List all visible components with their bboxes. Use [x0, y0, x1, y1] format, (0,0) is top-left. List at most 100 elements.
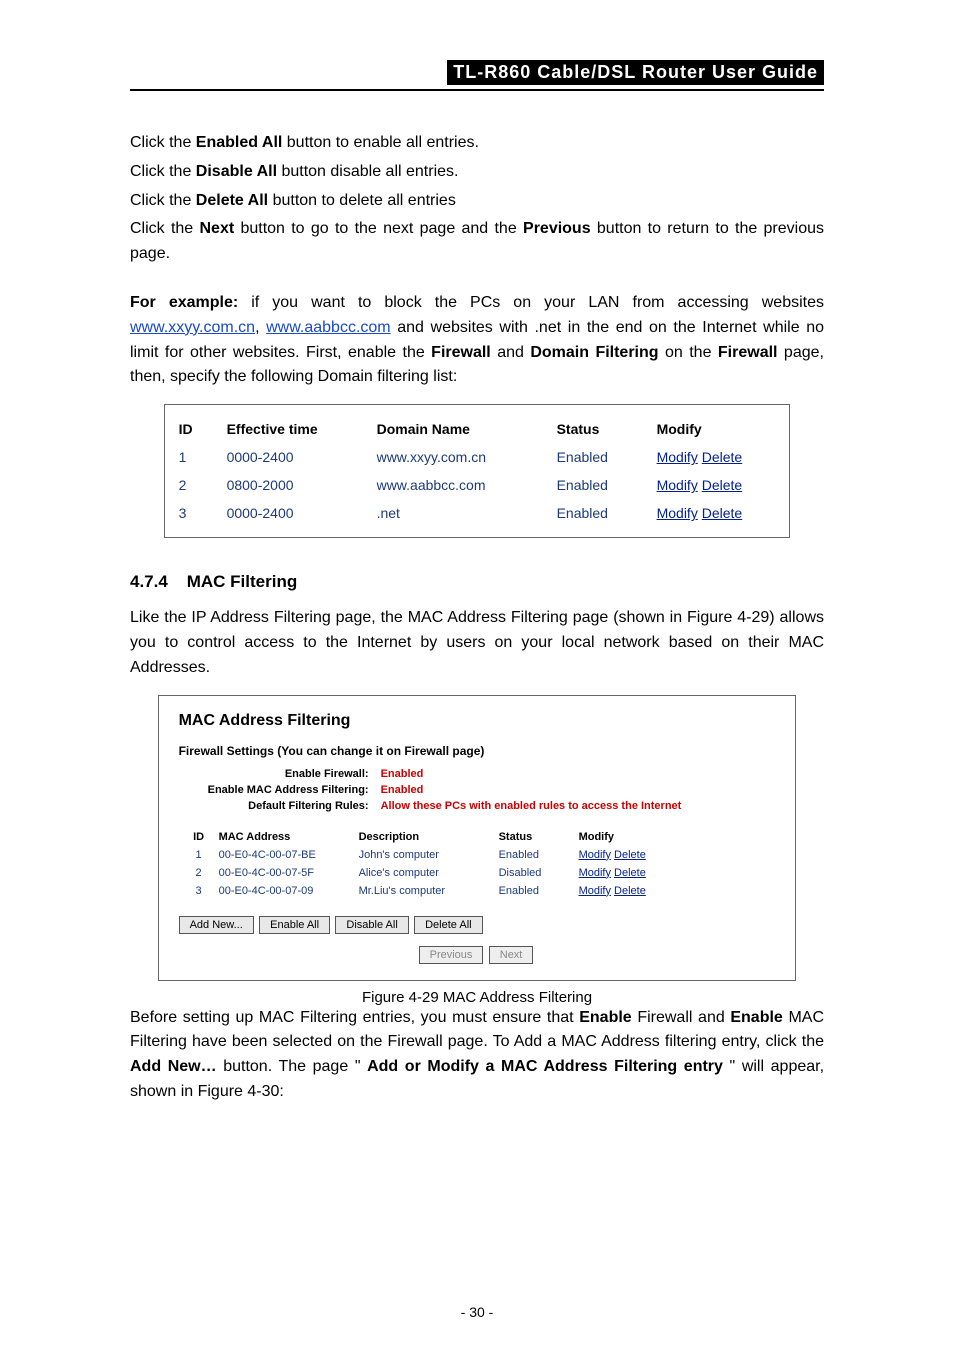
mac-panel-subtitle: Firewall Settings (You can change it on …: [179, 744, 776, 758]
col-status: Status: [557, 421, 657, 437]
col-time: Effective time: [227, 421, 377, 437]
mac-settings: Enable Firewall: Enabled Enable MAC Addr…: [179, 768, 776, 812]
mac-pagination-row: Previous Next: [179, 946, 776, 964]
enable-all-button[interactable]: Enable All: [259, 916, 330, 934]
delete-link[interactable]: Delete: [614, 867, 646, 879]
col-id: ID: [179, 421, 227, 437]
cell-id: 1: [179, 849, 219, 861]
page-header: TL-R860 Cable/DSL Router User Guide: [130, 60, 824, 91]
cell-desc: John's computer: [359, 849, 499, 861]
setting-label: Default Filtering Rules:: [179, 800, 381, 812]
mac-table-header: ID MAC Address Description Status Modify: [179, 828, 776, 846]
example-link-2[interactable]: www.aabbcc.com: [266, 319, 391, 336]
mac-button-row: Add New... Enable All Disable All Delete…: [179, 916, 776, 934]
delete-link[interactable]: Delete: [702, 449, 742, 465]
cell-modify: Modify Delete: [657, 505, 776, 521]
text: Click the: [130, 134, 196, 151]
example-lead: For example:: [130, 294, 238, 311]
text: on the: [665, 344, 718, 361]
cell-id: 2: [179, 867, 219, 879]
delete-link[interactable]: Delete: [702, 505, 742, 521]
text: if you want to block the PCs on your LAN…: [251, 294, 824, 311]
modify-link[interactable]: Modify: [579, 849, 611, 861]
cell-desc: Alice's computer: [359, 867, 499, 879]
example-link-1[interactable]: www.xxyy.com.cn: [130, 319, 255, 336]
bold-label: Disable All: [196, 163, 277, 180]
cell-mac: 00-E0-4C-00-07-09: [219, 885, 359, 897]
section-number: 4.7.4: [130, 572, 168, 591]
next-button[interactable]: Next: [489, 946, 534, 964]
cell-modify: Modify Delete: [579, 885, 776, 897]
col-domain: Domain Name: [377, 421, 557, 437]
mac-panel-title: MAC Address Filtering: [179, 712, 776, 730]
setting-value: Enabled: [381, 768, 424, 780]
cell-domain: www.aabbcc.com: [377, 477, 557, 493]
cell-time: 0800-2000: [227, 477, 377, 493]
table-row: 3 00-E0-4C-00-07-09 Mr.Liu's computer En…: [179, 882, 776, 900]
mac-intro: Like the IP Address Filtering page, the …: [130, 606, 824, 680]
delete-link[interactable]: Delete: [614, 885, 646, 897]
delete-link[interactable]: Delete: [614, 849, 646, 861]
setting-value: Enabled: [381, 784, 424, 796]
cell-status: Enabled: [557, 477, 657, 493]
col-status: Status: [499, 831, 579, 843]
previous-button[interactable]: Previous: [419, 946, 484, 964]
delete-link[interactable]: Delete: [702, 477, 742, 493]
table-row: 2 0800-2000 www.aabbcc.com Enabled Modif…: [179, 471, 776, 499]
cell-time: 0000-2400: [227, 449, 377, 465]
text: ,: [255, 319, 266, 336]
cell-status: Enabled: [557, 505, 657, 521]
text: button to go to the next page and the: [240, 220, 523, 237]
text: button to delete all entries: [273, 192, 456, 209]
cell-modify: Modify Delete: [657, 449, 776, 465]
mac-intro-text: Like the IP Address Filtering page, the …: [130, 606, 824, 680]
col-mac: MAC Address: [219, 831, 359, 843]
section-heading: 4.7.4 MAC Filtering: [130, 572, 824, 592]
table-row: 1 00-E0-4C-00-07-BE John's computer Enab…: [179, 846, 776, 864]
col-modify: Modify: [579, 831, 776, 843]
text: Firewall and: [637, 1009, 730, 1026]
table-row: 3 0000-2400 .net Enabled Modify Delete: [179, 499, 776, 527]
bold-label: Next: [199, 220, 234, 237]
mac-filter-panel: MAC Address Filtering Firewall Settings …: [158, 695, 797, 981]
outro-block: Before setting up MAC Filtering entries,…: [130, 1006, 824, 1105]
cell-id: 3: [179, 505, 227, 521]
disable-all-button[interactable]: Disable All: [335, 916, 408, 934]
modify-link[interactable]: Modify: [657, 449, 698, 465]
table-row: 2 00-E0-4C-00-07-5F Alice's computer Dis…: [179, 864, 776, 882]
modify-link[interactable]: Modify: [579, 867, 611, 879]
table-row: 1 0000-2400 www.xxyy.com.cn Enabled Modi…: [179, 443, 776, 471]
intro-block: Click the Enabled All button to enable a…: [130, 131, 824, 267]
text: Before setting up MAC Filtering entries,…: [130, 1009, 579, 1026]
modify-link[interactable]: Modify: [657, 505, 698, 521]
bold-label: Enable: [579, 1009, 631, 1026]
text: Click the: [130, 192, 196, 209]
bold-label: Enabled All: [196, 134, 283, 151]
cell-domain: www.xxyy.com.cn: [377, 449, 557, 465]
add-new-button[interactable]: Add New...: [179, 916, 254, 934]
modify-link[interactable]: Modify: [579, 885, 611, 897]
bold-label: Enable: [730, 1009, 782, 1026]
cell-status: Enabled: [557, 449, 657, 465]
bold-label: Domain Filtering: [530, 344, 658, 361]
figure-caption: Figure 4-29 MAC Address Filtering: [130, 989, 824, 1006]
page-number: - 30 -: [0, 1304, 954, 1320]
cell-status: Disabled: [499, 867, 579, 879]
setting-value: Allow these PCs with enabled rules to ac…: [381, 800, 682, 812]
cell-time: 0000-2400: [227, 505, 377, 521]
text: button. The page ": [223, 1058, 367, 1075]
cell-id: 3: [179, 885, 219, 897]
cell-status: Enabled: [499, 885, 579, 897]
header-title: TL-R860 Cable/DSL Router User Guide: [447, 60, 824, 85]
cell-mac: 00-E0-4C-00-07-5F: [219, 867, 359, 879]
modify-link[interactable]: Modify: [657, 477, 698, 493]
section-name: MAC Filtering: [187, 572, 298, 591]
text: Click the: [130, 220, 199, 237]
setting-label: Enable MAC Address Filtering:: [179, 784, 381, 796]
table-header-row: ID Effective time Domain Name Status Mod…: [179, 415, 776, 443]
bold-label: Add or Modify a MAC Address Filtering en…: [367, 1058, 723, 1075]
delete-all-button[interactable]: Delete All: [414, 916, 482, 934]
cell-modify: Modify Delete: [579, 867, 776, 879]
setting-label: Enable Firewall:: [179, 768, 381, 780]
example-block: For example: if you want to block the PC…: [130, 291, 824, 390]
